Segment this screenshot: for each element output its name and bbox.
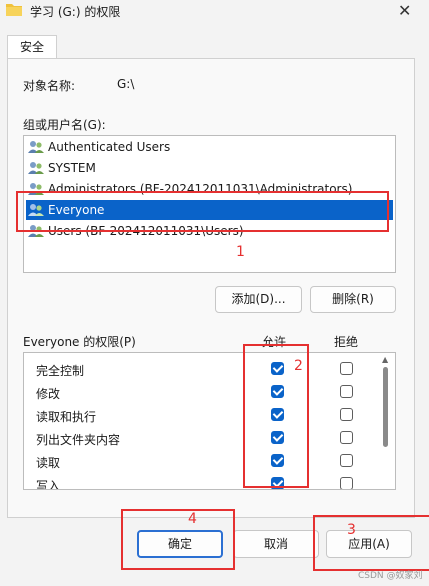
permission-name: 完全控制 [36,364,85,378]
annotation-number-1: 1 [236,244,245,260]
watermark: CSDN @奴家刘 [358,571,423,581]
permission-name: 修改 [36,387,61,401]
window-title: 学习 (G:) 的权限 [30,5,121,19]
user-group-icon [28,162,44,174]
annotation-box-4 [121,509,235,570]
permission-name: 写入 [36,479,61,490]
object-name-label: 对象名称: [23,79,76,93]
deny-checkbox[interactable] [340,454,353,467]
deny-header: 拒绝 [334,335,359,349]
tab-security[interactable]: 安全 [7,35,57,59]
permission-name: 读取和执行 [36,410,97,424]
deny-checkbox[interactable] [340,408,353,421]
object-name-value: G:\ [117,77,135,91]
deny-checkbox[interactable] [340,477,353,489]
annotation-number-2: 2 [294,358,303,374]
permission-name: 读取 [36,456,61,470]
permissions-list[interactable]: 完全控制 修改 读取和执行 列出文件夹内容 读取 写入 ▲ [23,352,396,490]
annotation-number-3: 3 [347,522,356,538]
add-button[interactable]: 添加(D)... [215,286,302,313]
permissions-label: Everyone 的权限(P) [23,335,136,349]
deny-checkbox[interactable] [340,385,353,398]
groups-label: 组或用户名(G): [23,118,106,132]
annotation-box-3 [313,515,429,571]
title-bar: 学习 (G:) 的权限 ✕ [0,0,429,24]
close-icon[interactable]: ✕ [398,1,411,20]
remove-button[interactable]: 删除(R) [310,286,396,313]
annotation-number-4: 4 [188,511,197,527]
user-group-icon [28,141,44,153]
scrollbar-thumb[interactable] [383,367,388,447]
permission-name: 列出文件夹内容 [36,433,121,447]
folder-icon [6,4,22,16]
cancel-button[interactable]: 取消 [233,530,319,558]
deny-checkbox[interactable] [340,362,353,375]
scroll-up-icon[interactable]: ▲ [382,355,388,364]
deny-checkbox[interactable] [340,431,353,444]
annotation-box-1 [16,191,389,232]
